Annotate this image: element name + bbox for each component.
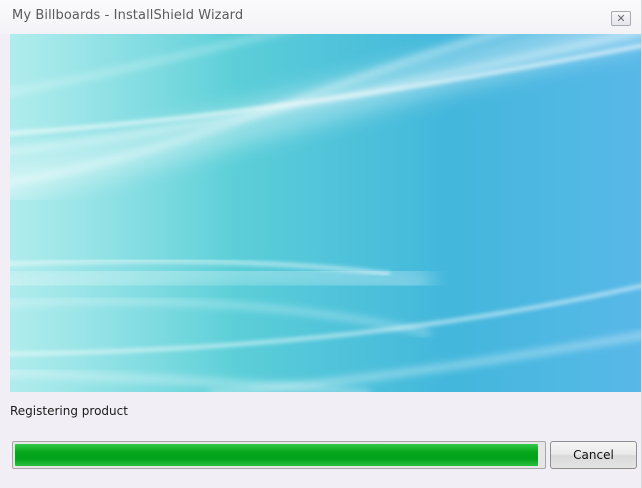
close-icon: ✕ bbox=[616, 12, 626, 25]
status-label: Registering product bbox=[10, 404, 128, 418]
window-title: My Billboards - InstallShield Wizard bbox=[12, 8, 244, 23]
light-streaks-graphic bbox=[10, 34, 641, 392]
title-bar[interactable]: My Billboards - InstallShield Wizard ✕ bbox=[0, 0, 641, 34]
progress-bar-fill bbox=[15, 444, 538, 466]
wizard-banner-image bbox=[10, 34, 641, 392]
installshield-wizard-window: My Billboards - InstallShield Wizard ✕ R… bbox=[0, 0, 642, 488]
progress-bar bbox=[12, 441, 546, 469]
cancel-button[interactable]: Cancel bbox=[550, 441, 637, 469]
close-button[interactable]: ✕ bbox=[611, 11, 631, 26]
